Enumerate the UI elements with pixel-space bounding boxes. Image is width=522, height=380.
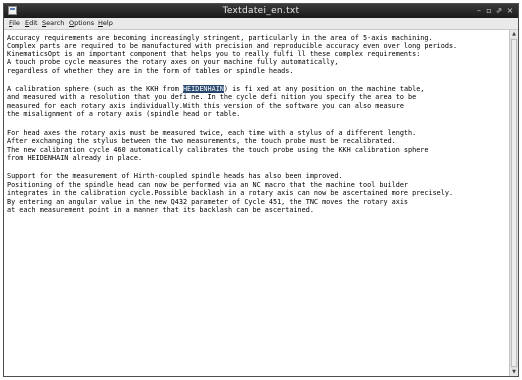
menu-file[interactable]: File — [9, 18, 20, 29]
scrollbar-thumb[interactable] — [511, 39, 517, 367]
menu-bar: File Edit Search Options Help — [4, 18, 518, 30]
text-area[interactable]: Accuracy requirements are becoming incre… — [4, 30, 509, 376]
maximize-icon[interactable]: ▫ — [484, 5, 494, 16]
text-line: regardless of whether they are in the fo… — [7, 67, 294, 75]
window-title: Textdatei_en.txt — [222, 6, 300, 16]
editor-window: Textdatei_en.txt – ▫ ⇗ × File Edit Searc… — [3, 3, 519, 377]
close-icon[interactable]: × — [505, 5, 515, 16]
text-line: Support for the measurement of Hirth-cou… — [7, 172, 343, 180]
scroll-down-icon[interactable]: ▼ — [510, 368, 518, 376]
scroll-up-icon[interactable]: ▲ — [510, 30, 518, 38]
restore-icon[interactable]: ⇗ — [494, 5, 504, 16]
text-line: the misalignment of a rotary axis (spind… — [7, 110, 241, 118]
menu-search[interactable]: Search — [42, 18, 64, 29]
text-line: at each measurement point in a manner th… — [7, 206, 314, 214]
text-line: A touch probe cycle measures the rotary … — [7, 58, 339, 66]
text-line: and measured with a resolution that you … — [7, 93, 417, 101]
text-selection[interactable]: HEIDENHAIN — [182, 85, 224, 93]
menu-options[interactable]: Options — [69, 18, 94, 29]
text-line: from HEIDENHAIN already in place. — [7, 154, 143, 162]
title-bar[interactable]: Textdatei_en.txt – ▫ ⇗ × — [4, 4, 518, 18]
text-line: After exchanging the stylus between the … — [7, 137, 396, 145]
vertical-scrollbar[interactable]: ▲ ▼ — [509, 30, 518, 376]
menu-help[interactable]: Help — [98, 18, 113, 29]
menu-edit[interactable]: Edit — [25, 18, 38, 29]
minimize-icon[interactable]: – — [474, 5, 484, 16]
text-line: integrates in the calibration cycle.Poss… — [7, 189, 454, 197]
